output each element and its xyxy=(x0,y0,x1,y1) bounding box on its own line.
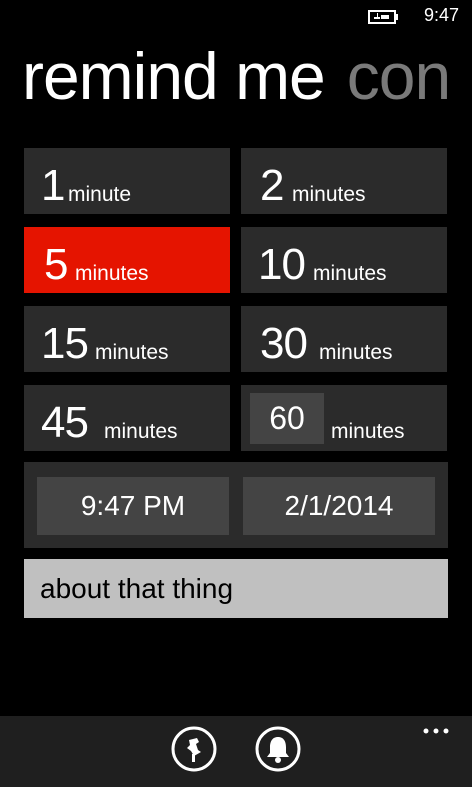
duration-unit: minutes xyxy=(292,183,366,206)
duration-number: 5 xyxy=(44,240,69,289)
duration-number: 10 xyxy=(258,240,306,289)
duration-number: 2 xyxy=(260,161,285,210)
custom-minutes-input[interactable]: 60 xyxy=(250,393,324,444)
datetime-panel: 9:47 PM 2/1/2014 xyxy=(24,462,448,548)
duration-unit: minutes xyxy=(331,420,405,443)
duration-number: 15 xyxy=(41,319,89,368)
duration-unit: minute xyxy=(68,183,132,206)
duration-tile-15[interactable]: 15 minutes xyxy=(24,306,230,372)
duration-tile-2[interactable]: 2 minutes xyxy=(241,148,447,214)
duration-tile-10[interactable]: 10 minutes xyxy=(241,227,447,293)
pivot-header: remind me con xyxy=(22,36,451,116)
bell-icon[interactable] xyxy=(255,726,301,772)
duration-unit: minutes xyxy=(313,262,387,285)
duration-unit: minutes xyxy=(95,341,169,364)
duration-tile-45[interactable]: 45 minutes xyxy=(24,385,230,451)
pivot-title-remind-me[interactable]: remind me xyxy=(22,39,326,113)
ellipsis-icon[interactable] xyxy=(422,726,450,736)
duration-tile-30[interactable]: 30 minutes xyxy=(241,306,447,372)
time-picker[interactable]: 9:47 PM xyxy=(37,477,229,535)
pin-icon[interactable] xyxy=(171,726,217,772)
duration-tile-custom[interactable]: 60 minutes xyxy=(241,385,447,451)
duration-number: 45 xyxy=(41,398,89,447)
duration-number: 30 xyxy=(260,319,308,368)
status-bar: 9:47 xyxy=(0,0,472,32)
reminder-note-input[interactable]: about that thing xyxy=(24,559,448,618)
duration-tile-5[interactable]: 5 minutes xyxy=(24,227,230,293)
duration-unit: minutes xyxy=(104,420,178,443)
app-bar xyxy=(0,716,472,787)
pivot-title-next[interactable]: con xyxy=(347,39,451,113)
duration-unit: minutes xyxy=(75,262,149,285)
duration-unit: minutes xyxy=(319,341,393,364)
date-picker[interactable]: 2/1/2014 xyxy=(243,477,435,535)
battery-charging-icon xyxy=(368,10,398,24)
status-clock: 9:47 xyxy=(424,5,460,25)
duration-tile-1[interactable]: 1 minute xyxy=(24,148,230,214)
duration-number: 1 xyxy=(41,161,66,210)
